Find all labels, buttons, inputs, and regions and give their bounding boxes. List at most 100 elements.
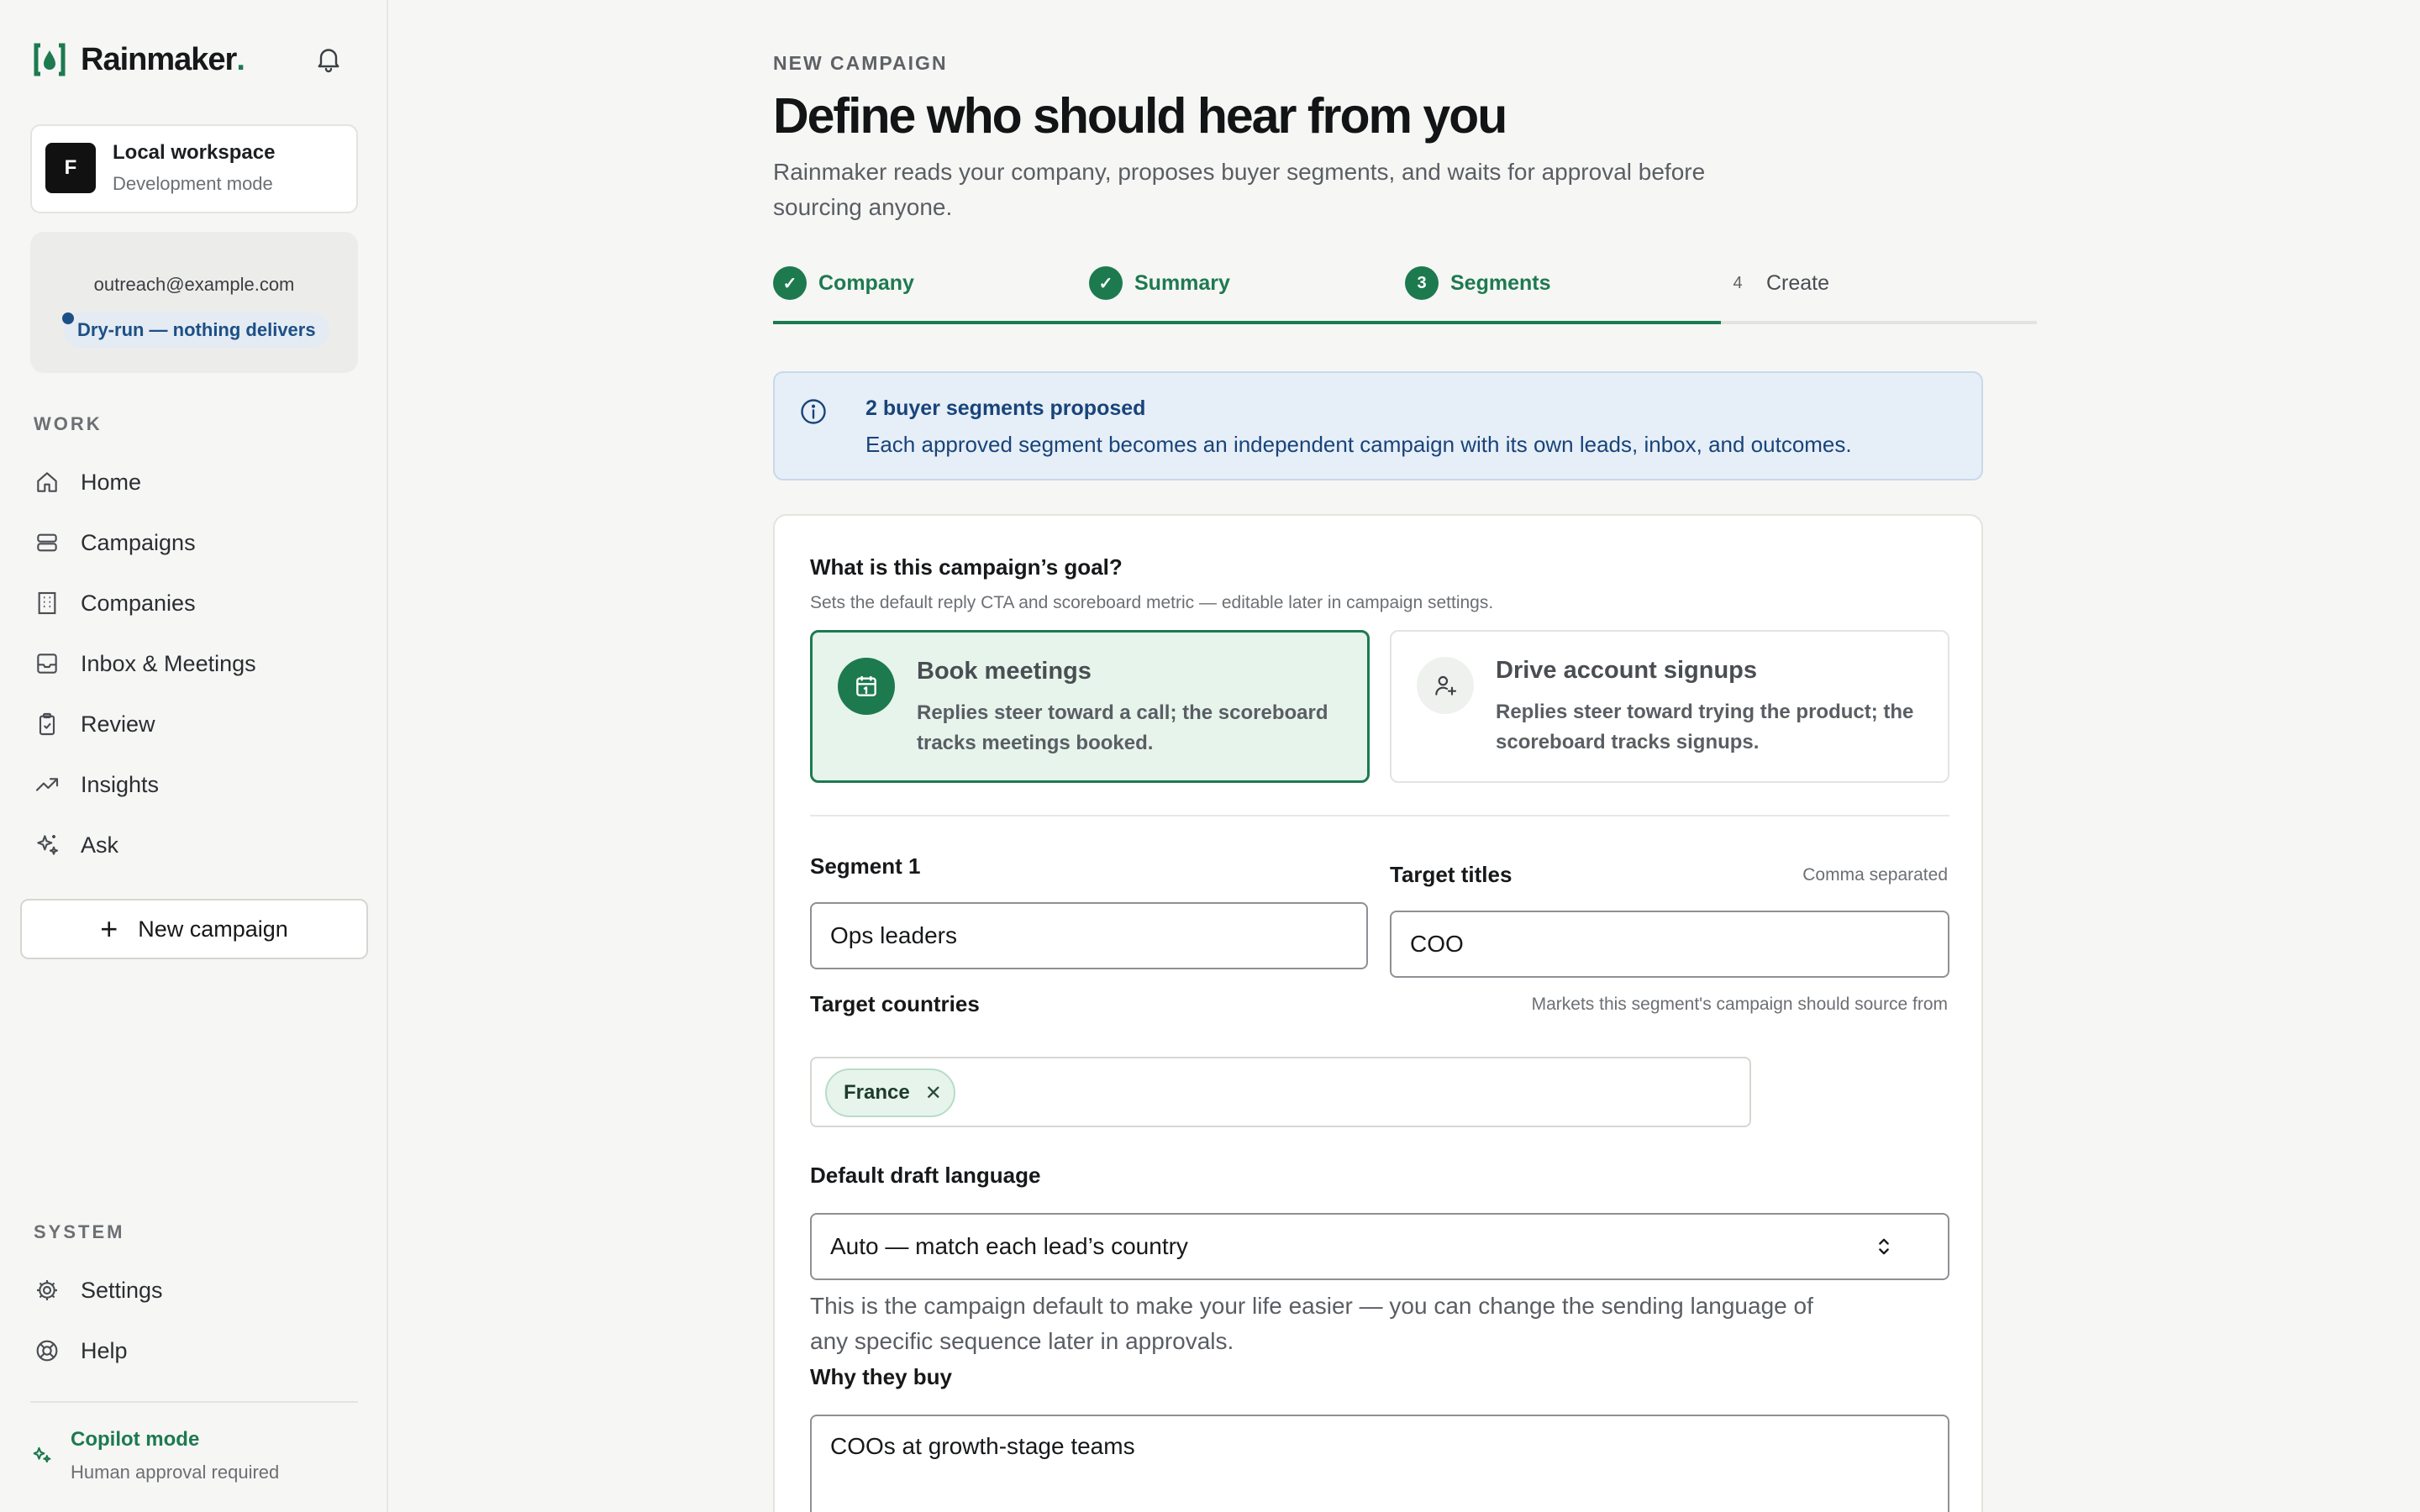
brand[interactable]: Rainmaker.: [34, 42, 245, 77]
sidebar-divider: [30, 1401, 358, 1403]
card-divider: [810, 815, 1949, 816]
chevron-updown-icon: [1879, 1238, 1889, 1255]
sidebar-item-review[interactable]: Review: [34, 701, 155, 748]
step-label: Company: [818, 270, 914, 295]
clipboard-check-icon: [39, 712, 55, 736]
sidebar-item-settings[interactable]: Settings: [34, 1267, 163, 1314]
stepper: ✓ Company ✓ Summary 3 Segments 4 Create: [773, 265, 2037, 324]
calendar-icon: [838, 658, 895, 715]
country-tag[interactable]: France ✕: [825, 1068, 955, 1117]
why-they-buy-label: Why they buy: [810, 1364, 953, 1389]
goal-option-title: Drive account signups: [1496, 657, 1758, 684]
new-campaign-button[interactable]: + New campaign: [20, 899, 368, 959]
why-they-buy-textarea[interactable]: COOs at growth-stage teams: [810, 1415, 1949, 1512]
goal-option-desc: Replies steer toward trying the product;…: [1496, 701, 1914, 753]
workspace-avatar: F: [45, 143, 96, 193]
sidebar-item-ask[interactable]: Ask: [34, 822, 118, 869]
draft-language-label: Default draft language: [810, 1163, 1041, 1188]
step-number: 4: [1733, 273, 1743, 292]
plus-icon: +: [100, 911, 118, 946]
check-icon: ✓: [773, 266, 807, 300]
info-title: 2 buyer segments proposed: [865, 396, 1146, 420]
page-title: Define who should hear from you: [773, 88, 1507, 144]
sidebar-item-label: Companies: [81, 590, 196, 616]
page-eyebrow: NEW CAMPAIGN: [773, 52, 948, 74]
goal-hint: Sets the default reply CTA and scoreboar…: [810, 593, 1494, 612]
campaigns-icon: [37, 533, 57, 552]
target-titles-field[interactable]: [1390, 911, 1949, 978]
sidebar-item-label: Insights: [81, 771, 160, 797]
step-number: 3: [1405, 266, 1439, 300]
draft-language-help: This is the campaign default to make you…: [810, 1293, 1813, 1354]
goal-option-drive-signups[interactable]: Drive account signups Replies steer towa…: [1390, 630, 1949, 783]
step-label: Segments: [1450, 270, 1551, 295]
target-titles-label: Target titles: [1390, 862, 1512, 887]
sidebar-item-help[interactable]: Help: [34, 1327, 128, 1374]
info-icon: [801, 399, 826, 424]
stepper-progress: [773, 321, 1721, 324]
goal-option-desc: Replies steer toward a call; the scorebo…: [917, 701, 1328, 754]
account-email: outreach@example.com: [93, 274, 295, 295]
segment-card: What is this campaign’s goal? Sets the d…: [773, 514, 1983, 1512]
copilot-title: Copilot mode: [71, 1428, 200, 1451]
sidebar-item-label: Home: [81, 469, 142, 495]
sidebar-item-label: Ask: [81, 832, 119, 858]
goal-option-title: Book meetings: [917, 658, 1092, 685]
brand-name: Rainmaker: [81, 41, 237, 77]
target-titles-input[interactable]: [1410, 931, 1948, 958]
workspace-switcher[interactable]: F Local workspace Development mode: [30, 124, 358, 213]
sidebar-item-label: Campaigns: [81, 529, 196, 555]
lifebuoy-icon: [36, 1340, 58, 1362]
remove-tag-icon[interactable]: ✕: [925, 1081, 942, 1105]
step-segments[interactable]: 3 Segments: [1405, 265, 1550, 301]
gear-icon: [37, 1280, 57, 1300]
copilot-subtitle: Human approval required: [71, 1462, 280, 1483]
segment-name-input[interactable]: [830, 922, 1366, 949]
draft-language-select[interactable]: Auto — match each lead’s country: [810, 1213, 1949, 1280]
check-icon: ✓: [1089, 266, 1123, 300]
target-countries-label: Target countries: [810, 991, 980, 1016]
system-section-label: SYSTEM: [34, 1221, 125, 1242]
step-summary[interactable]: ✓ Summary: [1089, 265, 1230, 301]
building-icon: [38, 591, 56, 615]
step-create[interactable]: 4 Create: [1721, 265, 1829, 301]
sidebar-item-companies[interactable]: Companies: [34, 580, 196, 627]
account-card: outreach@example.com Dry-run — nothing d…: [30, 232, 358, 373]
goal-option-book-meetings[interactable]: Book meetings Replies steer toward a cal…: [810, 630, 1370, 783]
sidebar: Rainmaker. F Local workspace Development…: [0, 0, 388, 1512]
target-countries-field[interactable]: France ✕: [810, 1057, 1751, 1127]
workspace-name: Local workspace: [113, 141, 276, 164]
workspace-mode: Development mode: [113, 173, 273, 194]
sidebar-item-inbox[interactable]: Inbox & Meetings: [34, 640, 256, 687]
sparkle-icon: [37, 835, 59, 855]
brand-dot: .: [236, 41, 245, 77]
step-label: Create: [1766, 270, 1830, 295]
notifications-bell-icon[interactable]: [313, 44, 344, 74]
draft-language-value: Auto — match each lead’s country: [830, 1233, 1188, 1259]
target-countries-hint: Markets this segment's campaign should s…: [1531, 995, 1948, 1014]
inbox-icon: [37, 654, 57, 674]
segment-label: Segment 1: [810, 853, 921, 879]
new-campaign-label: New campaign: [138, 916, 288, 942]
sidebar-item-label: Review: [81, 711, 155, 737]
page-subtitle: Rainmaker reads your company, proposes b…: [773, 159, 1706, 220]
sidebar-item-label: Help: [81, 1337, 128, 1363]
info-banner: 2 buyer segments proposed Each approved …: [773, 371, 1983, 480]
user-plus-icon: [1417, 657, 1474, 714]
home-icon: [37, 472, 57, 492]
rainmaker-logo-icon: [34, 43, 66, 76]
sidebar-item-insights[interactable]: Insights: [34, 761, 159, 808]
goal-question: What is this campaign’s goal?: [810, 554, 1123, 580]
sidebar-item-label: Inbox & Meetings: [81, 650, 256, 676]
sidebar-item-home[interactable]: Home: [34, 459, 141, 506]
sidebar-item-label: Settings: [81, 1277, 163, 1303]
info-body: Each approved segment becomes an indepen…: [865, 432, 1852, 457]
dry-run-dot: [62, 312, 74, 324]
step-company[interactable]: ✓ Company: [773, 265, 914, 301]
copilot-sparkle-icon: [33, 1446, 51, 1463]
work-section-label: WORK: [34, 413, 103, 434]
trend-icon: [35, 778, 59, 791]
sidebar-item-campaigns[interactable]: Campaigns: [34, 519, 196, 566]
segment-name-field[interactable]: [810, 902, 1368, 969]
dry-run-badge: Dry-run — nothing delivers: [64, 312, 329, 348]
